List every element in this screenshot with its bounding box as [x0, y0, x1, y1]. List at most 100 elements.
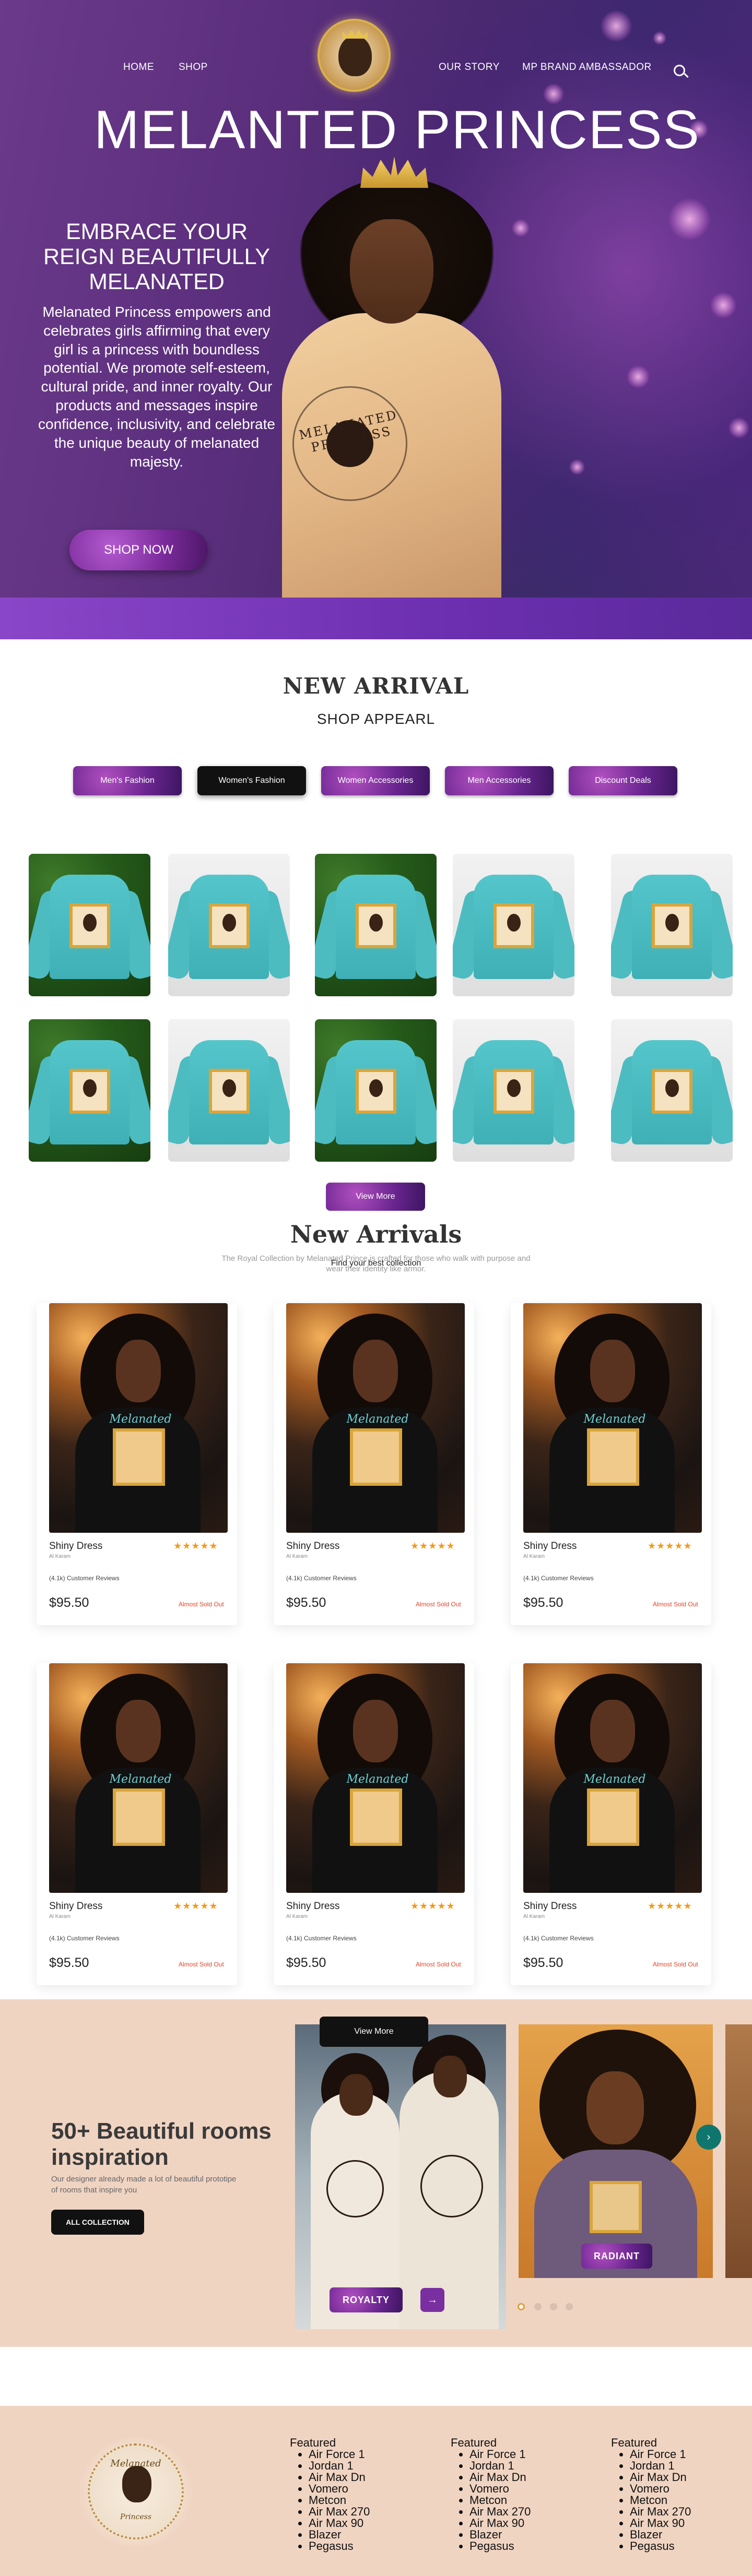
hero-bottom-band — [0, 598, 752, 639]
product-thumbnail[interactable] — [168, 1019, 290, 1162]
carousel-next-icon[interactable]: › — [696, 2125, 721, 2150]
shirt-print-text: Melanated — [346, 1413, 409, 1426]
product-name[interactable]: Shiny Dress — [286, 1901, 339, 1912]
carousel-dot[interactable] — [534, 2303, 542, 2310]
new-arrivals-title: New Arrivals — [290, 1220, 462, 1248]
model-face — [350, 219, 433, 324]
product-card[interactable]: Melanated Shiny Dress ★★★★★ Al Karam (4.1k) … — [37, 1663, 237, 1985]
inspiration-view-more-button[interactable]: View More — [320, 2017, 428, 2047]
footer-link[interactable]: Jordan 1 — [630, 2460, 691, 2472]
footer-link[interactable]: Metcon — [309, 2495, 370, 2506]
search-icon[interactable] — [674, 65, 685, 76]
footer-link[interactable]: Air Max Dn — [469, 2472, 531, 2483]
product-image[interactable]: Melanated — [523, 1663, 702, 1893]
view-more-button[interactable]: View More — [326, 1183, 425, 1211]
rating-stars-icon: ★★★★★ — [648, 1901, 692, 1911]
footer-link[interactable]: Blazer — [630, 2529, 691, 2541]
footer-link[interactable]: Metcon — [630, 2495, 691, 2506]
product-thumbnail[interactable] — [453, 854, 574, 996]
footer-link[interactable]: Air Max 90 — [630, 2518, 691, 2529]
carousel-dot[interactable] — [550, 2303, 557, 2310]
footer-link[interactable]: Air Max 270 — [309, 2506, 370, 2518]
footer-link[interactable]: Blazer — [469, 2529, 531, 2541]
category-tab-men-accessories[interactable]: Men Accessories — [445, 766, 554, 795]
product-thumbnail[interactable] — [168, 854, 290, 996]
product-thumbnail[interactable] — [29, 1019, 150, 1162]
footer-link[interactable]: Air Max Dn — [309, 2472, 370, 2483]
page-root: HOME SHOP OUR STORY MP BRAND AMBASSADOR … — [0, 0, 752, 2576]
new-arrivals-tagline: Find your best collection — [331, 1259, 421, 1268]
all-collection-button[interactable]: ALL COLLECTION — [51, 2210, 144, 2235]
footer-link[interactable]: Vomero — [309, 2483, 370, 2495]
footer-link[interactable]: Pegasus — [309, 2541, 370, 2552]
hero-title: MELANTED PRINCESS — [94, 100, 700, 160]
category-tab-mens-fashion[interactable]: Men's Fashion — [73, 766, 182, 795]
product-thumbnail[interactable] — [315, 1019, 437, 1162]
nav-home-link[interactable]: HOME — [123, 62, 154, 73]
product-thumbnail[interactable] — [453, 1019, 574, 1162]
category-tab-discount-deals[interactable]: Discount Deals — [569, 766, 677, 795]
nav-shop-link[interactable]: SHOP — [179, 62, 208, 73]
inspiration-slide-radiant[interactable]: RADIANT — [519, 2024, 713, 2278]
product-thumbnail[interactable] — [611, 1019, 733, 1162]
footer-link[interactable]: Pegasus — [630, 2541, 691, 2552]
slide-label-radiant[interactable]: RADIANT — [581, 2244, 652, 2269]
carousel-dot[interactable] — [566, 2303, 573, 2310]
product-reviews: (4.1k) Customer Reviews — [286, 1935, 357, 1942]
footer-link[interactable]: Blazer — [309, 2529, 370, 2541]
arrow-right-icon[interactable]: → — [420, 2288, 444, 2312]
product-name[interactable]: Shiny Dress — [49, 1901, 102, 1912]
product-name[interactable]: Shiny Dress — [286, 1541, 339, 1552]
product-name[interactable]: Shiny Dress — [49, 1541, 102, 1552]
footer-link[interactable]: Air Force 1 — [309, 2449, 370, 2460]
brand-logo[interactable] — [318, 19, 391, 92]
product-card[interactable]: Melanated Shiny Dress ★★★★★ Al Karam (4.1k) … — [274, 1663, 474, 1985]
inspiration-slide-next-preview[interactable] — [725, 2024, 752, 2278]
footer-link[interactable]: Air Max 90 — [309, 2518, 370, 2529]
footer-logo[interactable]: Melanated Princess — [78, 2437, 193, 2547]
product-image[interactable]: Melanated — [286, 1663, 465, 1893]
product-brand: Al Karam — [286, 1554, 308, 1559]
product-thumbnail[interactable] — [29, 854, 150, 996]
product-card[interactable]: Melanated Shiny Dress ★★★★★ Al Karam (4.1k) … — [511, 1663, 711, 1985]
footer-link[interactable]: Jordan 1 — [469, 2460, 531, 2472]
footer-link[interactable]: Air Max 90 — [469, 2518, 531, 2529]
product-image[interactable]: Melanated — [49, 1663, 228, 1893]
footer-link[interactable]: Vomero — [630, 2483, 691, 2495]
footer-link[interactable]: Air Force 1 — [469, 2449, 531, 2460]
footer-link[interactable]: Air Max 270 — [630, 2506, 691, 2518]
product-image[interactable]: Melanated — [286, 1303, 465, 1533]
product-price: $95.50 — [523, 1955, 563, 1970]
product-card[interactable]: Melanated Shiny Dress ★★★★★ Al Karam (4.1k) … — [511, 1303, 711, 1625]
carousel-dot-active[interactable] — [518, 2303, 525, 2310]
product-card[interactable]: Melanated Shiny Dress ★★★★★ Al Karam (4.1k) … — [274, 1303, 474, 1625]
product-brand: Al Karam — [523, 1914, 545, 1919]
shop-now-button[interactable]: SHOP NOW — [69, 530, 208, 570]
footer-link[interactable]: Air Max 270 — [469, 2506, 531, 2518]
footer-link[interactable]: Vomero — [469, 2483, 531, 2495]
hero-section: HOME SHOP OUR STORY MP BRAND AMBASSADOR … — [0, 0, 752, 639]
inspiration-slide-royalty[interactable]: ROYALTY → — [295, 2024, 506, 2329]
category-tab-women-accessories[interactable]: Women Accessories — [321, 766, 430, 795]
footer-link[interactable]: Pegasus — [469, 2541, 531, 2552]
slide-label-royalty[interactable]: ROYALTY — [330, 2287, 403, 2312]
product-thumbnail[interactable] — [611, 854, 733, 996]
product-thumbnail[interactable] — [315, 854, 437, 996]
stock-status-badge: Almost Sold Out — [179, 1961, 224, 1968]
product-card[interactable]: Melanated Shiny Dress ★★★★★ Al Karam (4.1k) … — [37, 1303, 237, 1625]
footer-link[interactable]: Air Force 1 — [630, 2449, 691, 2460]
product-name[interactable]: Shiny Dress — [523, 1541, 577, 1552]
footer-link[interactable]: Air Max Dn — [630, 2472, 691, 2483]
product-reviews: (4.1k) Customer Reviews — [523, 1575, 594, 1582]
nav-our-story-link[interactable]: OUR STORY — [439, 62, 500, 73]
product-name[interactable]: Shiny Dress — [523, 1901, 577, 1912]
nav-ambassador-link[interactable]: MP BRAND AMBASSADOR — [522, 62, 652, 73]
shirt-print-text: Melanated — [109, 1773, 172, 1786]
category-tab-womens-fashion[interactable]: Women's Fashion — [197, 766, 306, 795]
footer-link[interactable]: Jordan 1 — [309, 2460, 370, 2472]
product-image[interactable]: Melanated — [523, 1303, 702, 1533]
product-brand: Al Karam — [49, 1914, 71, 1919]
logo-face — [338, 35, 372, 76]
product-image[interactable]: Melanated — [49, 1303, 228, 1533]
footer-link[interactable]: Metcon — [469, 2495, 531, 2506]
